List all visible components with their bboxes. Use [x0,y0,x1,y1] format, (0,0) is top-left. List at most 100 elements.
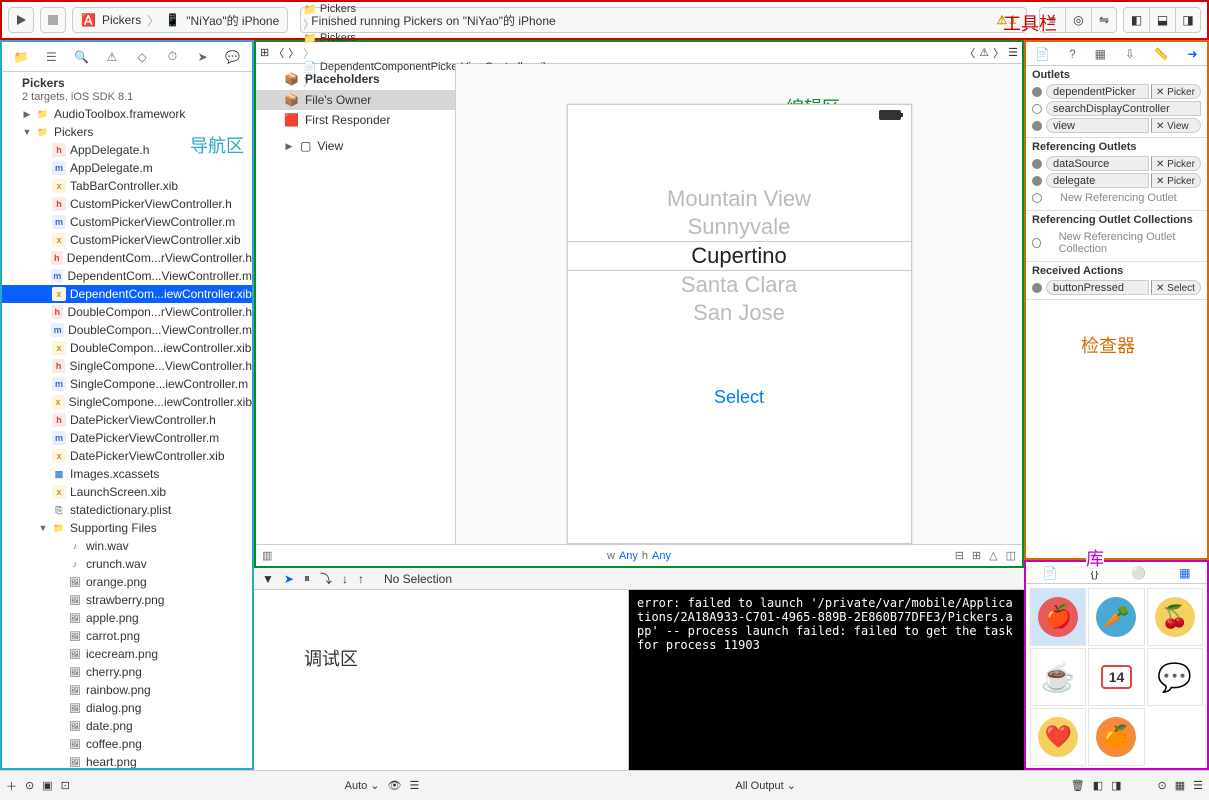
filter-icon[interactable]: ⊙ [25,779,34,792]
align-icon[interactable]: ⊟ [955,549,964,562]
trash-icon[interactable]: 🗑 [1071,779,1085,792]
outlet-row[interactable]: searchDisplayController [1032,100,1201,117]
debug-nav-icon[interactable]: ⏱ [161,49,183,64]
tree-item[interactable]: xSingleCompone...iewController.xib [2,393,252,411]
lib-grid-icon[interactable]: ▦ [1175,779,1185,792]
first-responder-item[interactable]: 🟥First Responder [256,110,455,130]
back-button[interactable]: 〈 [273,45,284,61]
tree-item[interactable]: 🖼coffee.png [2,735,252,753]
stop-button[interactable] [40,7,66,33]
help-insp-icon[interactable]: ? [1069,47,1076,61]
issue-nav-icon[interactable]: ⚠︎ [101,50,123,64]
connection-target[interactable]: ✕ Picker V [1151,156,1201,171]
tree-item[interactable]: hDoubleCompon...rViewController.h [2,303,252,321]
tree-item[interactable]: 🖼cherry.png [2,663,252,681]
resolve-icon[interactable]: △ [989,549,997,562]
connection-target[interactable]: ✕ Select Touch U [1151,280,1201,295]
version-editor-button[interactable]: ⇋ [1091,7,1117,33]
tree-item[interactable]: ▦Images.xcassets [2,465,252,483]
disclosure-icon[interactable]: ▼ [22,127,32,137]
outlet-row[interactable]: dependentPicker✕ Picker V [1032,83,1201,100]
step-out-icon[interactable]: ↑ [358,572,364,586]
right-pane-icon[interactable]: ◨ [1111,779,1121,792]
toggle-nav-button[interactable]: ◧ [1123,7,1149,33]
picker-row[interactable]: Mountain View [568,185,911,213]
disclosure-icon[interactable]: ▶ [22,109,32,120]
picker-row[interactable]: Santa Clara [568,271,911,299]
device-preview[interactable]: Mountain ViewSunnyvaleCupertinoSanta Cla… [567,104,912,544]
assistant-editor-button[interactable]: ◎ [1065,7,1091,33]
recent-icon[interactable]: ▣ [42,779,52,792]
file-template-icon[interactable]: 📄 [1042,566,1057,580]
variables-view[interactable]: 调试区 [254,590,629,770]
breakpoint-nav-icon[interactable]: ➤ [192,50,214,64]
jump-bar[interactable]: ⊞ 〈 〉 📁Pickers〉📁Pickers〉📄DependentCompon… [256,42,1022,64]
symbol-nav-icon[interactable]: ☰ [40,50,62,64]
tree-item[interactable]: 🖼apple.png [2,609,252,627]
prev-issue-icon[interactable]: 〈 [964,45,975,61]
doc-outline-toggle-icon[interactable]: ▥ [262,549,272,562]
auto-menu[interactable]: Auto ⌄ [345,779,380,792]
new-outlet-row[interactable]: New Referencing Outlet [1032,189,1201,207]
find-nav-icon[interactable]: 🔍 [71,50,93,64]
tree-item[interactable]: xDatePickerViewController.xib [2,447,252,465]
tree-item[interactable]: ⎘statedictionary.plist [2,501,252,519]
new-outlet-row[interactable]: New Referencing Outlet Collection [1032,228,1201,258]
tree-item[interactable]: mSingleCompone...iewController.m [2,375,252,393]
breakpoint-toggle-icon[interactable]: ➤ [284,572,294,586]
view-item[interactable]: ▶▢View [256,136,455,156]
tree-item[interactable]: ▶📁AudioToolbox.framework [2,105,252,123]
outline-toggle-icon[interactable]: ☰ [1008,46,1018,59]
eye-icon[interactable]: 👁 [388,779,402,792]
canvas[interactable]: 编辑区 Mountain ViewSunnyvaleCupertinoSanta… [456,64,1022,544]
step-over-icon[interactable]: ⤵ [320,570,332,587]
tree-item[interactable]: hCustomPickerViewController.h [2,195,252,213]
identity-insp-icon[interactable]: ▦ [1095,47,1106,61]
project-nav-icon[interactable]: 📁 [10,50,32,64]
heart-asset[interactable]: ❤️ [1030,708,1086,766]
left-pane-icon[interactable]: ◧ [1093,779,1103,792]
w-value[interactable]: Any [619,550,638,562]
outlet-row[interactable]: view✕ View [1032,117,1201,134]
tree-item[interactable]: 🖼strawberry.png [2,591,252,609]
cherry-asset[interactable]: 🍒 [1147,588,1203,646]
disclosure-icon[interactable]: ▼ [38,523,48,533]
h-value[interactable]: Any [652,550,671,562]
forward-button[interactable]: 〉 [288,45,299,61]
hide-debug-icon[interactable]: ▼ [262,572,274,586]
tree-item[interactable]: 🖼carrot.png [2,627,252,645]
disclosure-icon[interactable]: ▶ [284,141,294,152]
tree-item[interactable]: mDependentCom...ViewController.m [2,267,252,285]
conn-insp-icon[interactable]: ➜ [1187,47,1197,61]
tree-item[interactable]: mAppDelegate.m [2,159,252,177]
tree-item[interactable]: hDependentCom...rViewController.h [2,249,252,267]
run-button[interactable] [8,7,34,33]
lib-list-icon[interactable]: ☰ [1193,779,1203,792]
tree-item[interactable]: hDatePickerViewController.h [2,411,252,429]
tree-item[interactable]: 🖼rainbow.png [2,681,252,699]
jump-segment[interactable]: 📁Pickers [303,3,549,16]
tree-item[interactable]: mDoubleCompon...ViewController.m [2,321,252,339]
test-nav-icon[interactable]: ◇ [131,50,153,64]
tree-item[interactable]: mDatePickerViewController.m [2,429,252,447]
tree-item[interactable]: 🖼date.png [2,717,252,735]
tree-item[interactable]: xDependentCom...iewController.xib [2,285,252,303]
continue-icon[interactable]: ⏸ [304,571,310,586]
list-icon[interactable]: ☰ [410,779,420,792]
date-asset[interactable]: 14 [1088,648,1144,706]
add-icon[interactable]: ＋ [6,778,17,794]
connection-dot-icon[interactable] [1032,159,1042,169]
connection-dot-icon[interactable] [1032,283,1042,293]
connection-target[interactable]: ✕ View [1151,118,1201,133]
orange-asset[interactable]: 🍊 [1088,708,1144,766]
apple-asset[interactable]: 🍎 [1030,588,1086,646]
size-insp-icon[interactable]: 📏 [1154,47,1169,61]
picker-row[interactable]: San Jose [568,299,911,327]
related-items-icon[interactable]: ⊞ [260,46,269,59]
connection-target[interactable]: ✕ Picker V [1151,84,1201,99]
connection-dot-icon[interactable] [1032,193,1042,203]
tree-item[interactable]: hSingleCompone...ViewController.h [2,357,252,375]
jump-segment[interactable]: 📁Pickers [303,32,549,45]
output-menu[interactable]: All Output ⌄ [735,779,796,792]
connection-dot-icon[interactable] [1032,238,1041,248]
